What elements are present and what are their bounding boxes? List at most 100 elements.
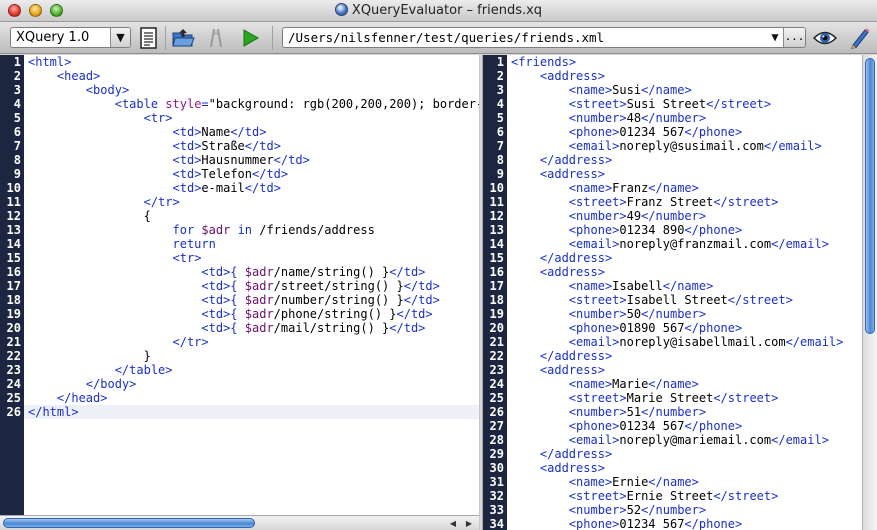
code-line[interactable]: <table style="background: rgb(200,200,20… — [24, 97, 479, 111]
result-code[interactable]: <friends> <address> <name>Susi</name> <s… — [507, 55, 877, 530]
code-line[interactable]: <friends> — [507, 55, 877, 69]
code-line[interactable]: <td>{ $adr/number/string() }</td> — [24, 293, 479, 307]
chevron-down-icon[interactable]: ▼ — [767, 30, 783, 45]
source-path-value: /Users/nilsfenner/test/queries/friends.x… — [288, 30, 605, 45]
code-line[interactable]: <address> — [507, 265, 877, 279]
code-line[interactable]: <name>Marie</name> — [507, 377, 877, 391]
code-line[interactable]: <street>Franz Street</street> — [507, 195, 877, 209]
code-line[interactable]: <td>Name</td> — [24, 125, 479, 139]
watch-button[interactable] — [813, 26, 837, 50]
title-bar: XQueryEvaluator – friends.xq — [0, 0, 877, 22]
code-line[interactable]: return — [24, 237, 479, 251]
code-line[interactable]: </html> — [24, 405, 479, 419]
horizontal-scrollbar[interactable]: ◀ ▶ — [0, 515, 479, 530]
edit-button[interactable] — [848, 26, 872, 50]
line-number: 24 — [489, 377, 504, 391]
code-line[interactable]: <td>{ $adr/name/string() }</td> — [24, 265, 479, 279]
code-line[interactable]: <tr> — [24, 251, 479, 265]
code-line[interactable]: <number>48</number> — [507, 111, 877, 125]
code-line[interactable]: </address> — [507, 447, 877, 461]
open-button[interactable] — [171, 26, 195, 50]
language-select[interactable]: XQuery 1.0 ▼ — [10, 27, 131, 48]
scroll-left-icon[interactable]: ◀ — [446, 517, 460, 530]
run-button[interactable] — [238, 26, 262, 50]
code-line[interactable]: <email>noreply@susimail.com</email> — [507, 139, 877, 153]
code-line[interactable]: </body> — [24, 377, 479, 391]
code-line[interactable]: <phone>01234 567</phone> — [507, 419, 877, 433]
line-number: 8 — [496, 153, 504, 167]
line-number: 26 — [489, 405, 504, 419]
code-line[interactable]: <phone>01234 890</phone> — [507, 223, 877, 237]
toolbar-separator — [272, 26, 273, 50]
code-line[interactable]: <number>52</number> — [507, 503, 877, 517]
code-line[interactable]: <name>Franz</name> — [507, 181, 877, 195]
code-line[interactable]: <td>{ $adr/street/string() }</td> — [24, 279, 479, 293]
code-line[interactable]: <address> — [507, 461, 877, 475]
chevron-down-icon[interactable]: ▼ — [110, 28, 130, 47]
code-line[interactable]: <number>51</number> — [507, 405, 877, 419]
code-line[interactable]: <name>Ernie</name> — [507, 475, 877, 489]
code-line[interactable]: <street>Susi Street</street> — [507, 97, 877, 111]
code-line[interactable]: <address> — [507, 363, 877, 377]
line-number: 23 — [489, 363, 504, 377]
code-line[interactable]: </tr> — [24, 335, 479, 349]
code-line[interactable]: <name>Isabell</name> — [507, 279, 877, 293]
line-number: 13 — [489, 223, 504, 237]
code-line[interactable]: <td>{ $adr/phone/string() }</td> — [24, 307, 479, 321]
code-line[interactable]: <td>Telefon</td> — [24, 167, 479, 181]
code-line[interactable]: <address> — [507, 69, 877, 83]
code-line[interactable]: for $adr in /friends/address — [24, 223, 479, 237]
line-number: 5 — [496, 111, 504, 125]
code-line[interactable]: </head> — [24, 391, 479, 405]
code-line[interactable]: <td>e-mail</td> — [24, 181, 479, 195]
query-line-numbers: 1 2 3 4 5 6 7 8 9 10 11 12 13 14 15 16 17 18 19 20 21 22 23 24 2… — [0, 55, 24, 515]
code-line[interactable]: <tr> — [24, 111, 479, 125]
line-number: 5 — [13, 111, 21, 125]
line-number: 7 — [496, 139, 504, 153]
code-line[interactable]: </address> — [507, 153, 877, 167]
query-code[interactable]: <html> <head> <body> <table style="backg… — [24, 55, 479, 419]
code-line[interactable]: </table> — [24, 363, 479, 377]
browse-button[interactable]: ... — [783, 28, 805, 47]
code-line[interactable]: <email>noreply@mariemail.com</email> — [507, 433, 877, 447]
code-line[interactable]: } — [24, 349, 479, 363]
line-number: 32 — [489, 489, 504, 503]
code-line[interactable]: <td>Hausnummer</td> — [24, 153, 479, 167]
code-line[interactable]: </address> — [507, 349, 877, 363]
vertical-scroll-thumb[interactable] — [865, 58, 875, 334]
code-line[interactable]: <html> — [24, 55, 479, 69]
scroll-right-icon[interactable]: ▶ — [462, 517, 476, 530]
code-line[interactable]: <street>Ernie Street</street> — [507, 489, 877, 503]
stop-button[interactable] — [204, 26, 228, 50]
code-line[interactable]: <number>50</number> — [507, 307, 877, 321]
source-path-field[interactable]: /Users/nilsfenner/test/queries/friends.x… — [282, 27, 806, 48]
code-line[interactable]: { — [24, 209, 479, 223]
window-title: XQueryEvaluator – friends.xq — [351, 3, 543, 18]
line-number: 12 — [6, 209, 21, 223]
line-number: 2 — [496, 69, 504, 83]
code-line[interactable]: <td>Straße</td> — [24, 139, 479, 153]
vertical-scrollbar[interactable] — [862, 55, 877, 530]
query-editor[interactable]: 1 2 3 4 5 6 7 8 9 10 11 12 13 14 15 16 17 18 19 20 21 22 23 24 2… — [0, 55, 479, 530]
code-line[interactable]: </address> — [507, 251, 877, 265]
code-line[interactable]: <head> — [24, 69, 479, 83]
code-line[interactable]: <email>noreply@franzmail.com</email> — [507, 237, 877, 251]
document-button[interactable] — [137, 26, 161, 50]
code-line[interactable]: <body> — [24, 83, 479, 97]
code-line[interactable]: </tr> — [24, 195, 479, 209]
horizontal-scroll-thumb[interactable] — [3, 518, 255, 528]
code-line[interactable]: <phone>01890 567</phone> — [507, 321, 877, 335]
code-line[interactable]: <phone>01234 567</phone> — [507, 517, 877, 530]
line-number: 18 — [489, 293, 504, 307]
result-view[interactable]: 1 2 3 4 5 6 7 8 9 10 11 12 13 14 15 16 17 18 19 20 21 22 23 24 2… — [483, 55, 877, 530]
code-line[interactable]: <street>Marie Street</street> — [507, 391, 877, 405]
code-line[interactable]: <td>{ $adr/mail/string() }</td> — [24, 321, 479, 335]
stop-icon — [210, 29, 222, 47]
code-line[interactable]: <name>Susi</name> — [507, 83, 877, 97]
code-line[interactable]: <street>Isabell Street</street> — [507, 293, 877, 307]
code-line[interactable]: <phone>01234 567</phone> — [507, 125, 877, 139]
code-line[interactable]: <email>noreply@isabellmail.com</email> — [507, 335, 877, 349]
line-number: 22 — [489, 349, 504, 363]
code-line[interactable]: <address> — [507, 167, 877, 181]
code-line[interactable]: <number>49</number> — [507, 209, 877, 223]
